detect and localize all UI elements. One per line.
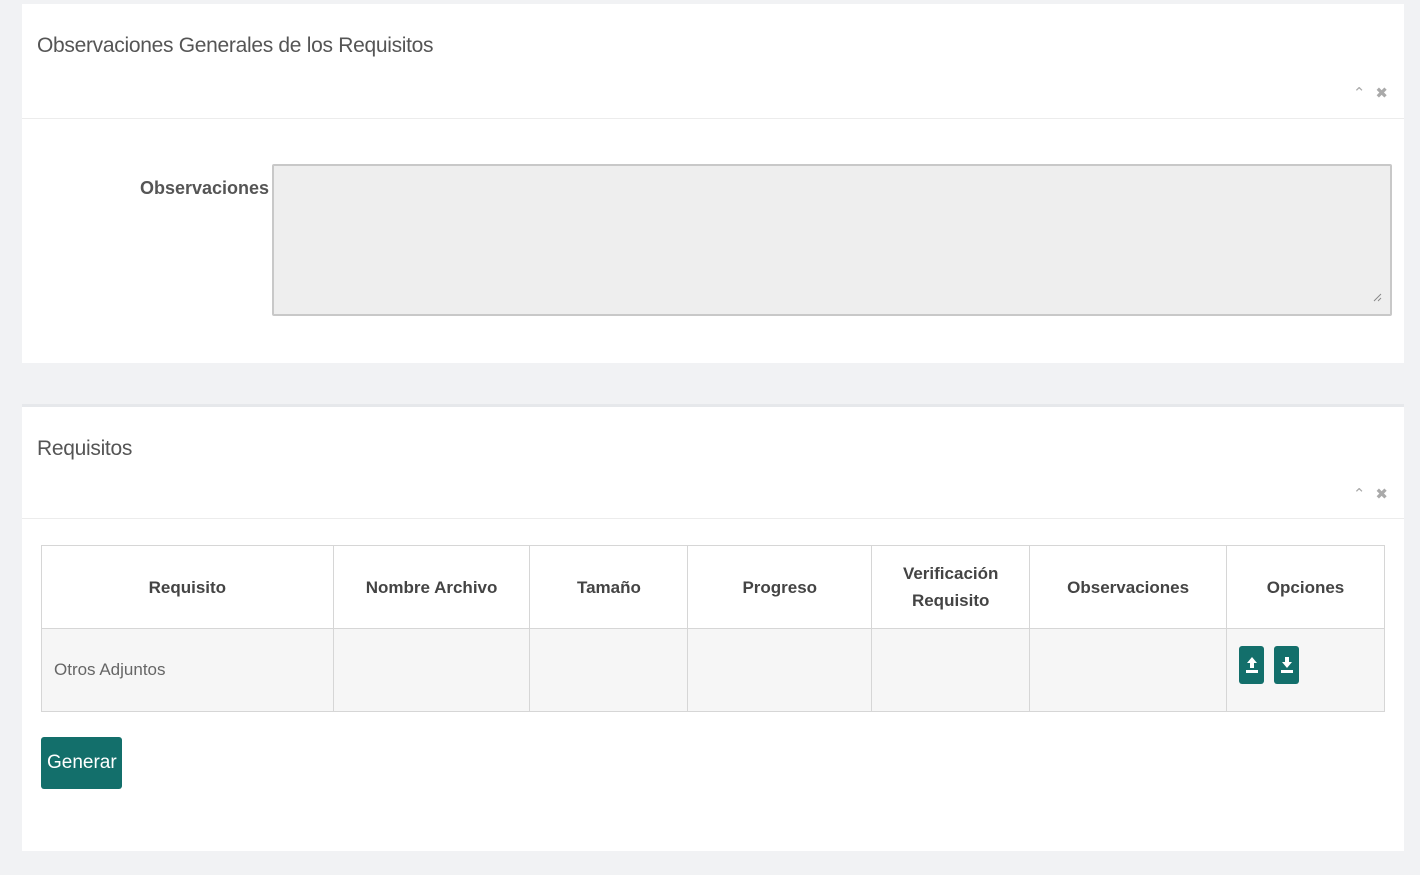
observaciones-textarea[interactable] <box>272 164 1392 316</box>
panel-divider <box>22 518 1404 519</box>
upload-icon <box>1245 657 1258 673</box>
panel-tools: ⌃ ✖ <box>1353 485 1388 503</box>
requisitos-table: Requisito Nombre Archivo Tamaño Progreso… <box>41 545 1385 712</box>
upload-button[interactable] <box>1239 646 1265 684</box>
nombre-archivo-cell <box>332 628 531 712</box>
panel-divider <box>22 118 1404 119</box>
observaciones-label: Observaciones <box>140 178 270 198</box>
opciones-cell <box>1226 628 1385 712</box>
column-header: Opciones <box>1226 545 1385 629</box>
generar-button[interactable]: Generar <box>41 737 122 789</box>
table-row: Otros Adjuntos <box>41 628 1385 712</box>
progreso-cell <box>687 628 873 712</box>
close-icon[interactable]: ✖ <box>1375 485 1388 503</box>
close-icon[interactable]: ✖ <box>1375 84 1388 102</box>
resize-grip-icon[interactable] <box>1372 292 1382 302</box>
verificacion-cell <box>871 628 1031 712</box>
requisito-cell: Otros Adjuntos <box>41 628 334 712</box>
column-header: Nombre Archivo <box>332 545 531 629</box>
chevron-up-icon[interactable]: ⌃ <box>1353 485 1366 503</box>
panel-tools: ⌃ ✖ <box>1353 84 1388 102</box>
requisitos-panel: Requisitos ⌃ ✖ Requisito Nombre Archivo … <box>22 404 1404 851</box>
column-header: Requisito <box>41 545 334 629</box>
observaciones-panel: Observaciones Generales de los Requisito… <box>22 4 1404 363</box>
download-button[interactable] <box>1274 646 1300 684</box>
panel-title: Requisitos <box>37 437 133 460</box>
column-header: Tamaño <box>529 545 689 629</box>
observaciones-cell <box>1029 628 1228 712</box>
tamano-cell <box>529 628 689 712</box>
column-header: Observaciones <box>1029 545 1228 629</box>
column-header: Progreso <box>687 545 873 629</box>
column-header: Verificación Requisito <box>871 545 1031 629</box>
panel-title: Observaciones Generales de los Requisito… <box>37 34 434 57</box>
download-icon <box>1280 657 1293 673</box>
table-header-row: Requisito Nombre Archivo Tamaño Progreso… <box>41 545 1385 629</box>
chevron-up-icon[interactable]: ⌃ <box>1353 84 1366 102</box>
